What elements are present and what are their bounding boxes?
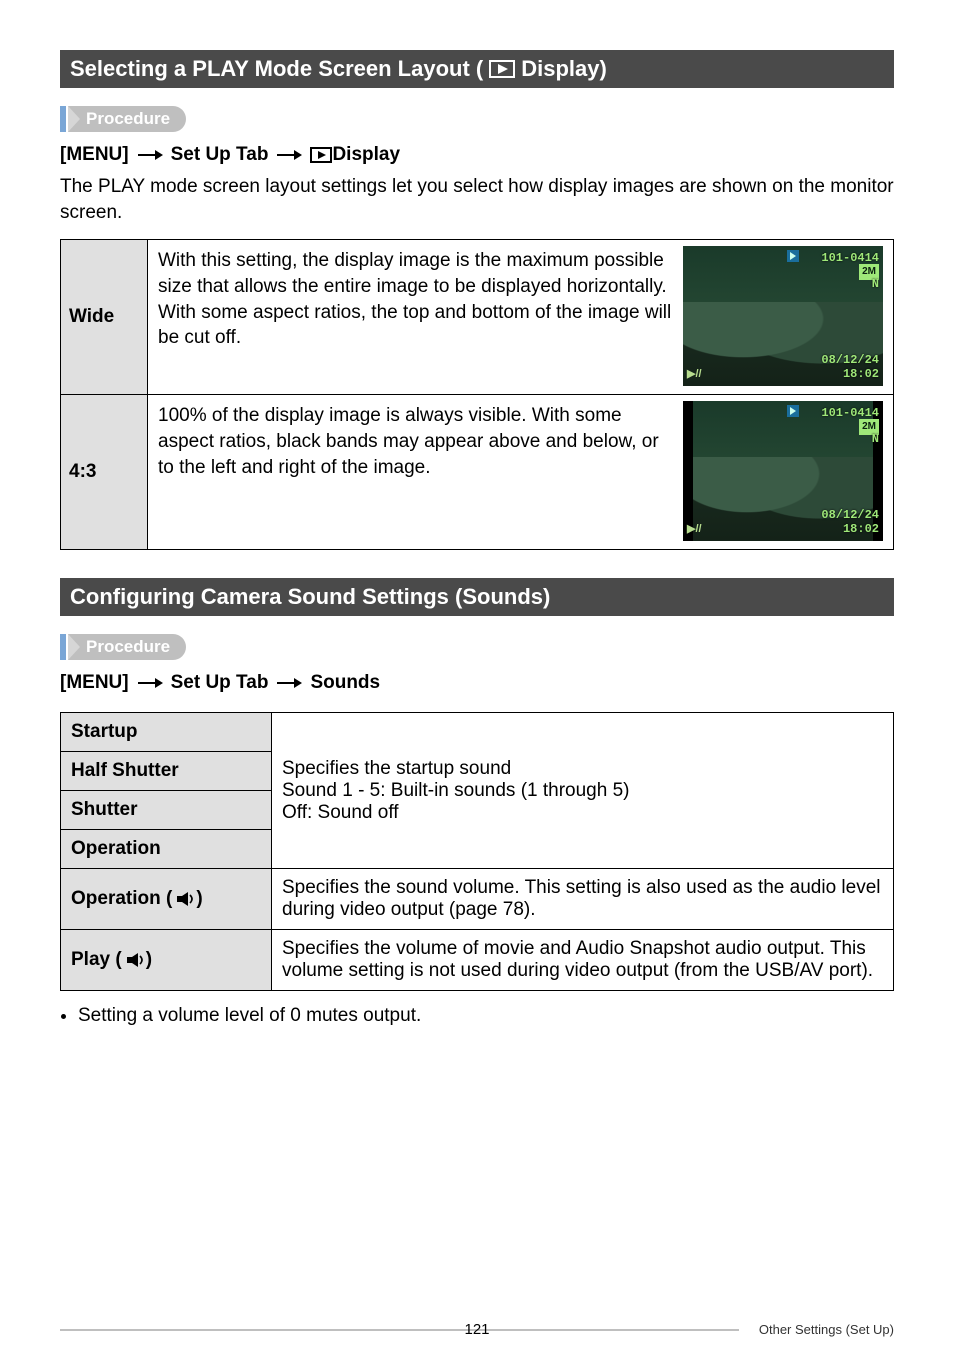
menu-token: [MENU]: [60, 144, 129, 166]
procedure-tick-icon: [60, 106, 66, 132]
section-heading-text-suffix: Display): [521, 56, 607, 82]
menu-token: Set Up Tab: [171, 144, 269, 166]
table-row: Operation ( ) Specifies the sound volume…: [61, 869, 894, 930]
footer-rule: [60, 1329, 739, 1331]
speaker-icon: [176, 888, 196, 910]
menu-token: Sounds: [310, 672, 380, 694]
row-label: 4:3: [61, 395, 148, 550]
intro-paragraph: The PLAY mode screen layout settings let…: [60, 174, 894, 225]
sound-settings-table: Startup Specifies the startup sound Soun…: [60, 712, 894, 991]
footer-breadcrumb: Other Settings (Set Up): [739, 1322, 894, 1337]
procedure-label: Procedure: [68, 106, 186, 132]
menu-path-sounds: [MENU] Set Up Tab Sounds: [60, 672, 894, 694]
row-description: Specifies the volume of movie and Audio …: [272, 930, 894, 991]
row-label: Operation ( ): [61, 869, 272, 930]
preview-time: 18:02: [843, 521, 879, 537]
preview-n: N: [872, 276, 879, 292]
procedure-marker: Procedure: [60, 106, 894, 132]
preview-bl: ▶//: [687, 367, 702, 382]
row-description: 100% of the display image is always visi…: [158, 403, 673, 480]
section-heading-text-prefix: Selecting a PLAY Mode Screen Layout (: [70, 56, 483, 82]
section-heading-play-layout: Selecting a PLAY Mode Screen Layout ( Di…: [60, 50, 894, 88]
row-label: Shutter: [61, 791, 272, 830]
procedure-chevron-icon: [68, 634, 80, 660]
arrow-icon: [276, 676, 302, 690]
table-row: 4:3 100% of the display image is always …: [61, 395, 894, 550]
menu-token: Set Up Tab: [171, 672, 269, 694]
row-label: Startup: [61, 713, 272, 752]
page-footer: 121 Other Settings (Set Up): [60, 1322, 894, 1337]
procedure-label: Procedure: [68, 634, 186, 660]
procedure-chevron-icon: [68, 106, 80, 132]
arrow-icon: [276, 148, 302, 162]
preview-bl: ▶//: [687, 522, 702, 537]
row-description: Specifies the sound volume. This setting…: [272, 869, 894, 930]
table-row: Play ( ) Specifies the volume of movie a…: [61, 930, 894, 991]
row-description: Specifies the startup sound Sound 1 - 5:…: [272, 713, 894, 869]
menu-path-display: [MENU] Set Up Tab Display: [60, 144, 894, 166]
procedure-marker: Procedure: [60, 634, 894, 660]
preview-wide: 101-0414 2M N 08/12/24 18:02 ▶//: [683, 246, 883, 386]
row-description: With this setting, the display image is …: [158, 248, 673, 351]
preview-n: N: [872, 431, 879, 447]
play-indicator-icon: [787, 250, 799, 262]
row-label: Half Shutter: [61, 752, 272, 791]
preview-4-3: 101-0414 2M N 08/12/24 18:02 ▶//: [683, 401, 883, 541]
speaker-icon: [126, 949, 146, 971]
table-row: Wide With this setting, the display imag…: [61, 240, 894, 395]
page-number: 121: [464, 1321, 489, 1338]
menu-token: [MENU]: [60, 672, 129, 694]
menu-token: Display: [332, 144, 400, 166]
play-indicator-icon: [787, 405, 799, 417]
row-label: Wide: [61, 240, 148, 395]
table-row: Startup Specifies the startup sound Soun…: [61, 713, 894, 752]
row-label: Play ( ): [61, 930, 272, 991]
row-label: Operation: [61, 830, 272, 869]
note-item: Setting a volume level of 0 mutes output…: [78, 1005, 894, 1027]
display-layout-table: Wide With this setting, the display imag…: [60, 239, 894, 550]
arrow-icon: [137, 148, 163, 162]
play-rect-icon: [310, 144, 332, 166]
section-heading-sounds: Configuring Camera Sound Settings (Sound…: [60, 578, 894, 616]
preview-time: 18:02: [843, 366, 879, 382]
play-rect-icon: [489, 60, 515, 78]
note-list: Setting a volume level of 0 mutes output…: [60, 1005, 894, 1027]
arrow-icon: [137, 676, 163, 690]
procedure-tick-icon: [60, 634, 66, 660]
